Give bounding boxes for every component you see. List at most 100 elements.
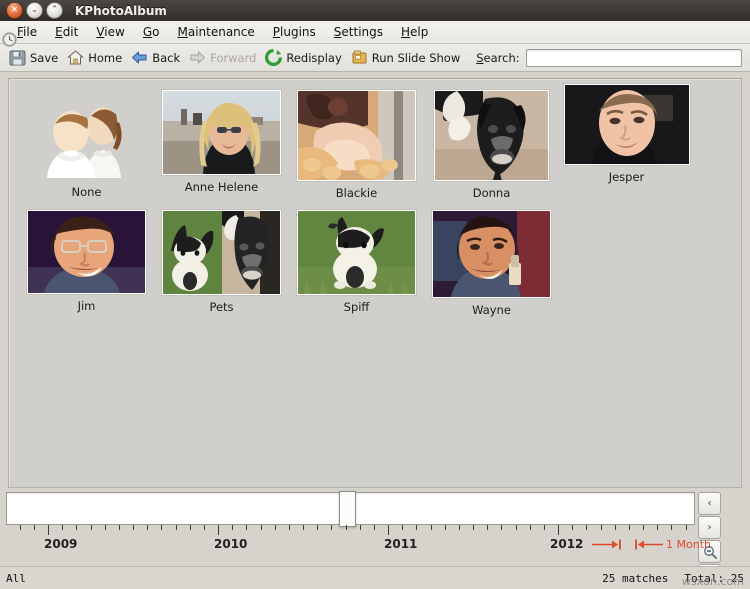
- timeline-tick-minor: [147, 525, 149, 530]
- timeline-year-2009: 2009: [44, 537, 78, 551]
- forward-button[interactable]: Forward: [186, 47, 262, 68]
- category-item-label: Jim: [77, 299, 96, 313]
- category-item-label: Wayne: [472, 303, 511, 317]
- timeline-tick-minor: [473, 525, 474, 530]
- category-item-jim[interactable]: Jim: [19, 209, 154, 313]
- redisplay-button[interactable]: Redisplay: [262, 47, 347, 68]
- timeline-tick-minor: [175, 525, 177, 530]
- timeline-tick-minor: [373, 525, 375, 530]
- menu-view[interactable]: View: [87, 23, 133, 41]
- category-browser[interactable]: None Anne Helene Blackie Donna Jesper Ji…: [8, 78, 742, 488]
- man-dark-shirt-photo-thumbnail: [562, 83, 691, 166]
- home-icon: [67, 49, 85, 66]
- timeline-tick-minor: [458, 525, 460, 530]
- category-item-label: Spiff: [343, 300, 370, 314]
- timeline-year-2012: 2012: [550, 537, 584, 551]
- timeline-tick-minor: [430, 525, 432, 530]
- tool-bar: Save Home Back Forward Redisplay Run Sli…: [0, 44, 750, 72]
- timeline-tick-minor: [133, 525, 134, 530]
- search-input[interactable]: [525, 48, 742, 67]
- rabbit-grass-photo-thumbnail: [296, 209, 417, 296]
- minimize-button[interactable]: ⌄: [26, 2, 43, 19]
- forward-label: Forward: [210, 50, 257, 65]
- run-slide-show-label: Run Slide Show: [371, 50, 461, 65]
- category-item-anne-helene[interactable]: Anne Helene: [154, 89, 289, 194]
- timeline-next-button[interactable]: ›: [698, 516, 721, 539]
- maximize-button[interactable]: ⌃: [46, 2, 63, 19]
- menu-plugins[interactable]: Plugins: [264, 23, 325, 41]
- category-item-spiff[interactable]: Spiff: [289, 209, 424, 314]
- timeline-ruler: [6, 525, 695, 537]
- timeline-tick-minor: [33, 525, 35, 530]
- back-label: Back: [152, 50, 181, 65]
- timeline-tick-minor: [501, 525, 503, 530]
- timeline-tick-minor: [444, 525, 446, 530]
- menu-settings[interactable]: Settings: [325, 23, 392, 41]
- menu-bar: File Edit View Go Maintenance Plugins Se…: [0, 21, 750, 44]
- close-button[interactable]: ×: [6, 2, 23, 19]
- thumbnail-row: Jim Pets Spiff Wayne: [19, 209, 735, 317]
- save-button[interactable]: Save: [6, 47, 64, 68]
- timeline-tick-minor: [643, 525, 644, 530]
- thumbnail-row: None Anne Helene Blackie Donna Jesper: [19, 83, 735, 200]
- timeline-tick-minor: [203, 525, 205, 530]
- category-item-label: None: [71, 185, 102, 199]
- timeline-tick-minor: [189, 525, 191, 530]
- floppy-disk-icon: [9, 49, 26, 66]
- granularity-label: 1 Month: [666, 538, 711, 551]
- save-label: Save: [30, 50, 59, 65]
- rabbit-closeup-photo-thumbnail: [296, 89, 417, 182]
- timeline-tick-minor: [657, 525, 659, 530]
- timeline-tick-minor: [416, 525, 418, 530]
- timeline-tick-minor: [359, 525, 361, 530]
- category-item-donna[interactable]: Donna: [424, 89, 559, 200]
- menu-maintenance[interactable]: Maintenance: [168, 23, 263, 41]
- home-button[interactable]: Home: [64, 47, 128, 68]
- timeline-tick-minor: [515, 525, 517, 530]
- timeline-tick-major: [388, 525, 389, 535]
- timeline-histogram[interactable]: [6, 491, 695, 527]
- category-item-none[interactable]: None: [19, 89, 154, 199]
- timeline-tick-minor: [104, 525, 106, 530]
- clock-icon[interactable]: [2, 32, 17, 50]
- timeline-tick-minor: [118, 525, 120, 530]
- run-slide-show-button[interactable]: Run Slide Show: [348, 47, 466, 68]
- home-label: Home: [88, 50, 123, 65]
- category-item-wayne[interactable]: Wayne: [424, 209, 559, 317]
- back-button[interactable]: Back: [128, 47, 186, 68]
- watermark: wsxdn.com: [681, 575, 744, 588]
- timeline-slider-handle[interactable]: [339, 491, 356, 527]
- timeline-granularity-indicator: 1 Month: [592, 538, 711, 551]
- timeline-tick-minor: [529, 525, 531, 530]
- category-item-pets[interactable]: Pets: [154, 209, 289, 314]
- category-item-label: Jesper: [608, 170, 645, 184]
- timeline-tick-minor: [487, 525, 489, 530]
- arrow-right-marker-icon: [592, 539, 621, 550]
- timeline-tick-minor: [600, 525, 602, 530]
- arrow-left-marker-icon: [635, 539, 663, 550]
- timeline-tick-minor: [62, 525, 64, 530]
- timeline-tick-minor: [614, 525, 616, 530]
- category-item-label: Blackie: [335, 186, 378, 200]
- timeline-tick-minor: [671, 525, 673, 530]
- status-filter-label: All: [6, 571, 26, 585]
- arrow-right-icon: [189, 49, 206, 66]
- timeline-tick-minor: [90, 525, 92, 530]
- menu-go[interactable]: Go: [134, 23, 169, 41]
- timeline-tick-major: [48, 525, 49, 535]
- timeline-year-labels: 2009 2010 2011 2012 1 Month: [6, 537, 711, 553]
- timeline-tick-minor: [685, 525, 687, 530]
- woman-beach-photo-thumbnail: [161, 89, 282, 176]
- title-bar: × ⌄ ⌃ KPhotoAlbum: [0, 0, 750, 21]
- black-dog-photo-thumbnail: [433, 89, 550, 182]
- menu-help[interactable]: Help: [392, 23, 437, 41]
- timeline-tick-minor: [628, 525, 630, 530]
- category-item-blackie[interactable]: Blackie: [289, 89, 424, 200]
- timeline-tick-minor: [246, 525, 248, 530]
- category-item-jesper[interactable]: Jesper: [559, 83, 694, 184]
- timeline-tick-minor: [76, 525, 78, 530]
- menu-edit[interactable]: Edit: [46, 23, 87, 41]
- timeline-prev-button[interactable]: ‹: [698, 492, 721, 515]
- status-bar: All 25 matches Total: 25: [0, 566, 750, 589]
- timeline-tick-minor: [317, 525, 319, 530]
